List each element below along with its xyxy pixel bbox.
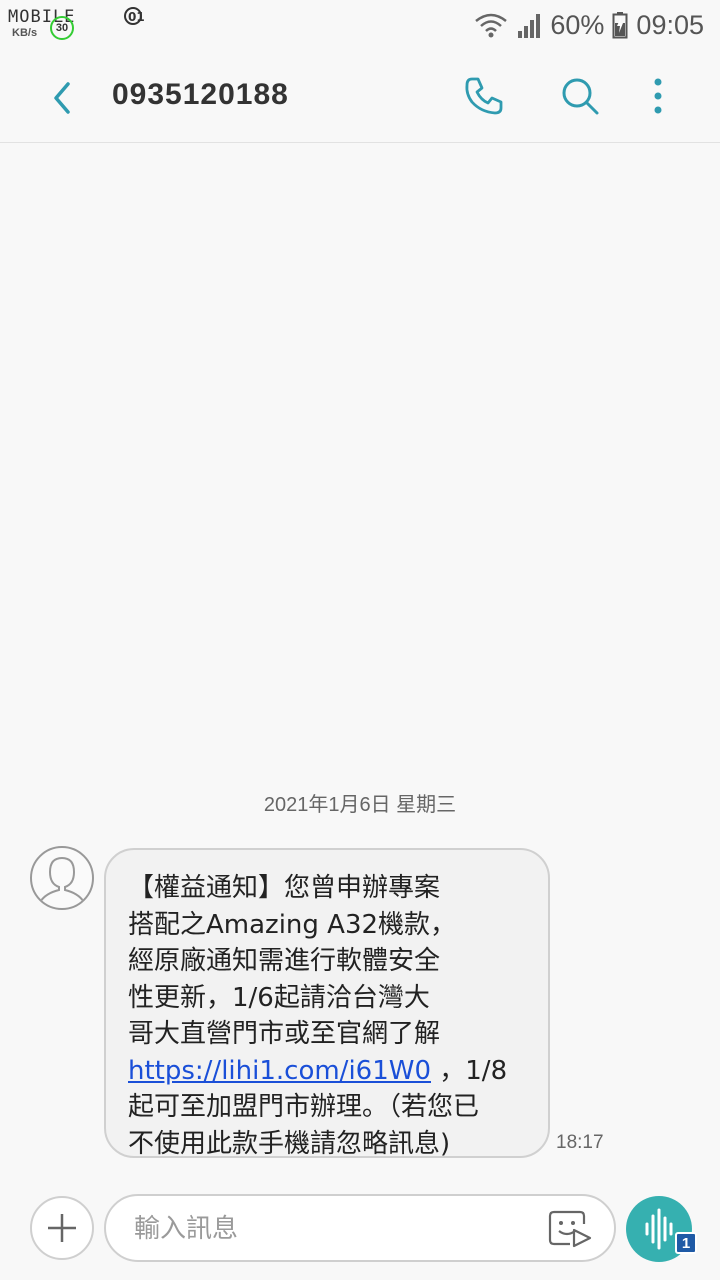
mobile01-logo: MOBILE 01 (8, 6, 148, 27)
wifi-icon (475, 13, 508, 38)
network-speed-value: 30 (50, 16, 74, 40)
message-timestamp: 18:17 (556, 1132, 604, 1153)
message-link-suffix: ，1/8 (439, 1055, 508, 1086)
person-icon (39, 857, 85, 903)
message-line: 【權益通知】您曾申辦專案 (128, 873, 441, 903)
message-line: 起可至加盟門市辦理。（若您已 (128, 1092, 480, 1122)
more-options-button[interactable] (636, 74, 680, 118)
message-line: 性更新，1/6起請洽台灣大 (128, 982, 430, 1013)
search-icon (562, 78, 599, 115)
phone-icon (465, 77, 503, 115)
network-speed-unit: KB/s (12, 27, 38, 39)
message-line: 哥大直營門市或至官網了解 (128, 1019, 441, 1049)
message-bubble[interactable]: 【權益通知】您曾申辦專案 搭配之Amazing A32機款， 經原廠通知需進行軟… (104, 848, 550, 1159)
call-button[interactable] (462, 74, 506, 118)
back-button[interactable] (40, 76, 84, 120)
mobile01-logo-icon: MOBILE 01 (8, 7, 145, 27)
plus-icon (48, 1214, 76, 1242)
battery-icon (612, 12, 628, 39)
message-input-container (104, 1194, 616, 1262)
sim-badge: 1 (675, 1232, 697, 1254)
add-attachment-button[interactable] (30, 1196, 94, 1260)
contact-avatar[interactable] (30, 846, 94, 910)
date-separator: 2021年1月6日 星期三 (263, 794, 457, 816)
status-bar: MOBILE 01 KB/s 30 60% 09:05 (0, 0, 720, 50)
search-button[interactable] (558, 74, 602, 118)
status-icons: 60% 09:05 (474, 8, 704, 42)
conversation-header: 0935120188 (0, 50, 720, 143)
sticker-icon (548, 1210, 592, 1248)
svg-text:01: 01 (128, 10, 145, 24)
battery-percent: 60% (550, 10, 605, 40)
message-line: 經原廠通知需進行軟體安全 (128, 946, 441, 976)
contact-number: 0935120188 (112, 78, 289, 111)
message-line: 不使用此款手機請忽略訊息) (128, 1128, 451, 1159)
more-vertical-icon (654, 78, 662, 114)
message-link[interactable]: https://lihi1.com/i61W0 (128, 1056, 431, 1086)
sticker-button[interactable] (548, 1208, 592, 1248)
clock: 09:05 (636, 10, 704, 40)
message-line: 搭配之Amazing A32機款， (128, 909, 457, 940)
signal-icon (518, 14, 541, 38)
back-icon (54, 82, 70, 114)
message-link-line: https://lihi1.com/i61W0 ，1/8 (128, 1053, 528, 1090)
message-input[interactable] (132, 1208, 516, 1250)
